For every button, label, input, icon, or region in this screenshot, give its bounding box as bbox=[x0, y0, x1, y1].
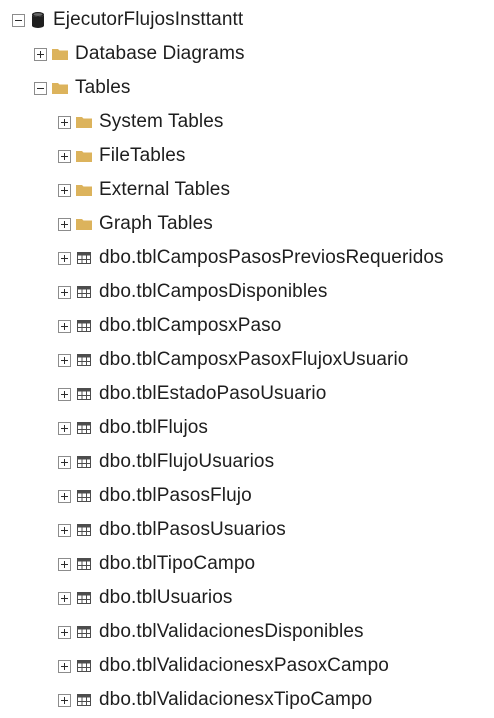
tree-node-label: dbo.tblPasosFlujo bbox=[99, 485, 252, 506]
expand-icon[interactable] bbox=[58, 455, 71, 469]
expand-icon[interactable] bbox=[58, 421, 71, 435]
expand-icon[interactable] bbox=[34, 47, 47, 61]
tree-node-table[interactable]: dbo.tblCamposDisponibles bbox=[58, 277, 327, 307]
tree-node-database[interactable]: EjecutorFlujosInsttantt bbox=[12, 5, 243, 35]
folder-icon bbox=[51, 45, 69, 63]
expand-icon[interactable] bbox=[58, 659, 71, 673]
tree-node-graph-tables[interactable]: Graph Tables bbox=[58, 209, 213, 239]
collapse-icon[interactable] bbox=[34, 81, 47, 95]
tree-node-table[interactable]: dbo.tblTipoCampo bbox=[58, 549, 255, 579]
expand-icon[interactable] bbox=[58, 693, 71, 707]
table-icon bbox=[75, 419, 93, 437]
expand-icon[interactable] bbox=[58, 183, 71, 197]
expand-icon[interactable] bbox=[58, 523, 71, 537]
collapse-icon[interactable] bbox=[12, 13, 25, 27]
tree-node-label: Tables bbox=[75, 77, 131, 98]
tree-node-label: Database Diagrams bbox=[75, 43, 245, 64]
expand-icon[interactable] bbox=[58, 285, 71, 299]
table-icon bbox=[75, 691, 93, 709]
tree-node-label: dbo.tblValidacionesDisponibles bbox=[99, 621, 364, 642]
tree-node-label: dbo.tblCamposPasosPreviosRequeridos bbox=[99, 247, 444, 268]
tree-node-table[interactable]: dbo.tblFlujos bbox=[58, 413, 208, 443]
tree-node-label: dbo.tblEstadoPasoUsuario bbox=[99, 383, 327, 404]
tree-node-label: EjecutorFlujosInsttantt bbox=[53, 9, 244, 30]
expand-icon[interactable] bbox=[58, 557, 71, 571]
tree-node-table[interactable]: dbo.tblValidacionesxPasoxCampo bbox=[58, 651, 389, 681]
table-icon bbox=[75, 555, 93, 573]
tree-node-table[interactable]: dbo.tblCamposxPasoxFlujoxUsuario bbox=[58, 345, 408, 375]
tree-node-label: System Tables bbox=[99, 111, 224, 132]
tree-node-label: dbo.tblValidacionesxTipoCampo bbox=[99, 689, 373, 710]
folder-icon bbox=[75, 181, 93, 199]
tree-node-label: External Tables bbox=[99, 179, 231, 200]
table-icon bbox=[75, 453, 93, 471]
expand-icon[interactable] bbox=[58, 387, 71, 401]
folder-icon bbox=[51, 79, 69, 97]
expand-icon[interactable] bbox=[58, 489, 71, 503]
tree-node-label: FileTables bbox=[99, 145, 186, 166]
tree-node-table[interactable]: dbo.tblValidacionesDisponibles bbox=[58, 617, 364, 647]
tree-node-table[interactable]: dbo.tblCamposPasosPreviosRequeridos bbox=[58, 243, 444, 273]
expand-icon[interactable] bbox=[58, 217, 71, 231]
tree-node-database-diagrams[interactable]: Database Diagrams bbox=[34, 39, 245, 69]
tree-node-label: dbo.tblValidacionesxPasoxCampo bbox=[99, 655, 389, 676]
tree-node-table[interactable]: dbo.tblPasosUsuarios bbox=[58, 515, 286, 545]
tree-node-table[interactable]: dbo.tblFlujoUsuarios bbox=[58, 447, 274, 477]
folder-icon bbox=[75, 215, 93, 233]
folder-icon bbox=[75, 147, 93, 165]
tree-node-label: dbo.tblFlujoUsuarios bbox=[99, 451, 275, 472]
object-explorer-tree: EjecutorFlujosInsttantt Database Diagram… bbox=[0, 0, 494, 718]
table-icon bbox=[75, 283, 93, 301]
tree-node-label: dbo.tblCamposxPaso bbox=[99, 315, 282, 336]
table-icon bbox=[75, 385, 93, 403]
tree-node-table[interactable]: dbo.tblUsuarios bbox=[58, 583, 233, 613]
table-icon bbox=[75, 317, 93, 335]
tree-node-table[interactable]: dbo.tblCamposxPaso bbox=[58, 311, 281, 341]
tree-node-system-tables[interactable]: System Tables bbox=[58, 107, 224, 137]
expand-icon[interactable] bbox=[58, 353, 71, 367]
tree-node-label: dbo.tblCamposDisponibles bbox=[99, 281, 328, 302]
table-icon bbox=[75, 521, 93, 539]
expand-icon[interactable] bbox=[58, 115, 71, 129]
tree-node-table[interactable]: dbo.tblValidacionesxTipoCampo bbox=[58, 685, 372, 715]
table-icon bbox=[75, 487, 93, 505]
expand-icon[interactable] bbox=[58, 251, 71, 265]
expand-icon[interactable] bbox=[58, 591, 71, 605]
expand-icon[interactable] bbox=[58, 149, 71, 163]
table-icon bbox=[75, 249, 93, 267]
tree-node-filetables[interactable]: FileTables bbox=[58, 141, 186, 171]
tree-node-label: dbo.tblUsuarios bbox=[99, 587, 233, 608]
tree-node-label: dbo.tblTipoCampo bbox=[99, 553, 256, 574]
tree-node-label: dbo.tblPasosUsuarios bbox=[99, 519, 286, 540]
expand-icon[interactable] bbox=[58, 319, 71, 333]
tree-node-label: dbo.tblCamposxPasoxFlujoxUsuario bbox=[99, 349, 409, 370]
tree-node-label: Graph Tables bbox=[99, 213, 213, 234]
expand-icon[interactable] bbox=[58, 625, 71, 639]
database-icon bbox=[29, 11, 47, 29]
tree-node-table[interactable]: dbo.tblPasosFlujo bbox=[58, 481, 252, 511]
tree-node-label: dbo.tblFlujos bbox=[99, 417, 209, 438]
table-icon bbox=[75, 589, 93, 607]
tree-node-tables[interactable]: Tables bbox=[34, 73, 131, 103]
tree-node-external-tables[interactable]: External Tables bbox=[58, 175, 230, 205]
tree-node-table[interactable]: dbo.tblEstadoPasoUsuario bbox=[58, 379, 326, 409]
table-icon bbox=[75, 657, 93, 675]
folder-icon bbox=[75, 113, 93, 131]
table-icon bbox=[75, 351, 93, 369]
table-icon bbox=[75, 623, 93, 641]
